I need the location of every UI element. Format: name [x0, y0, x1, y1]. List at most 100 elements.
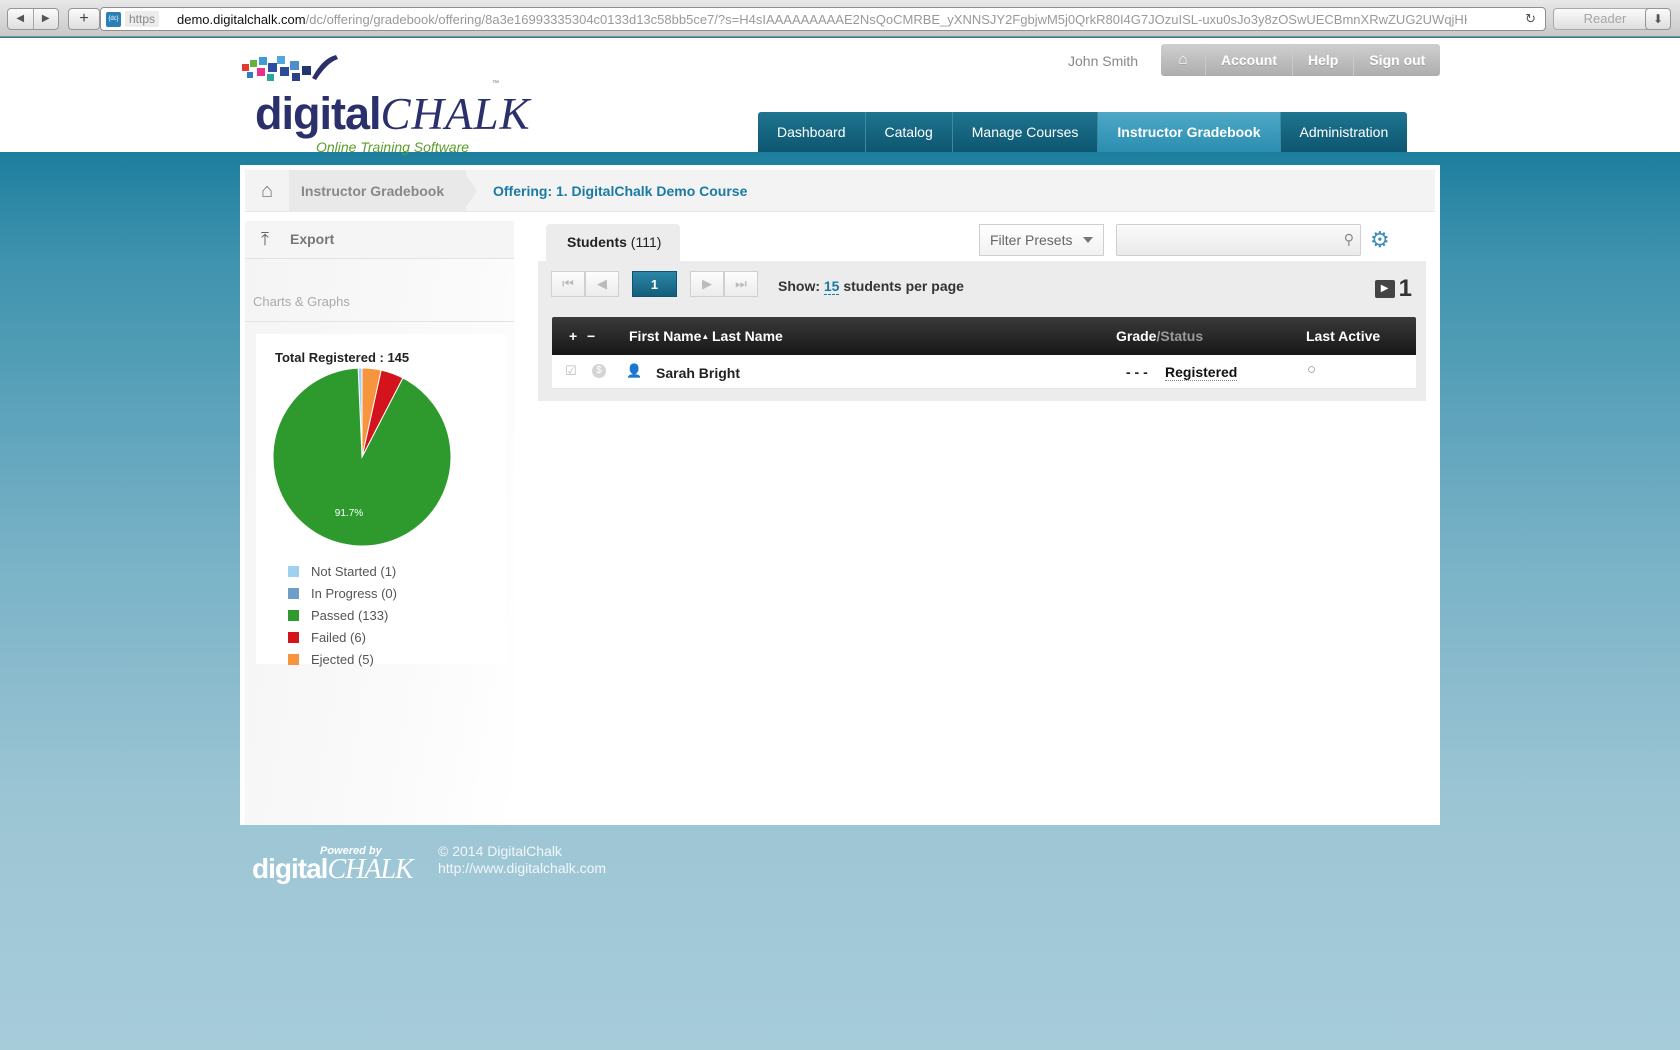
- breadcrumb-current-offering: Offering: 1. DigitalChalk Demo Course: [493, 183, 748, 199]
- current-user-name: John Smith: [1068, 53, 1139, 69]
- select-checkbox[interactable]: ☑: [565, 363, 577, 379]
- collapse-all-button[interactable]: −: [587, 328, 595, 344]
- search-input[interactable]: [1121, 229, 1331, 251]
- breadcrumb-home-icon[interactable]: ⌂: [245, 170, 289, 212]
- legend-item[interactable]: Failed (6): [288, 626, 397, 648]
- sort-asc-icon: ▲: [701, 332, 710, 341]
- help-link[interactable]: Help: [1292, 44, 1353, 76]
- breadcrumb-instructor-gradebook[interactable]: Instructor Gradebook: [289, 170, 467, 212]
- url-text[interactable]: demo.digitalchalk.com/dc/offering/gradeb…: [177, 12, 1467, 28]
- chart-title: Total Registered : 145: [275, 350, 410, 365]
- site-header: digitalCHALK ™ Online Training Software …: [0, 38, 1680, 155]
- legend-item[interactable]: Passed (133): [288, 604, 397, 626]
- nav-instructor-gradebook[interactable]: Instructor Gradebook: [1097, 112, 1280, 152]
- nav-manage-courses[interactable]: Manage Courses: [951, 112, 1098, 152]
- footer-wordmark: digitalCHALK: [252, 853, 414, 885]
- chevron-down-icon: [1083, 237, 1093, 243]
- gear-icon[interactable]: ⚙: [1370, 229, 1390, 251]
- legend-swatch: [288, 653, 299, 665]
- nav-administration[interactable]: Administration: [1279, 112, 1408, 152]
- url-host: demo.digitalchalk.com: [177, 12, 306, 27]
- first-page-button[interactable]: ⏮: [551, 271, 585, 297]
- legend-swatch: [288, 587, 299, 599]
- student-name-link[interactable]: Sarah Bright: [656, 365, 740, 381]
- pie-slice-label: 91.7%: [335, 508, 363, 519]
- utility-nav: ⌂ Account Help Sign out: [1161, 44, 1441, 76]
- nav-dashboard[interactable]: Dashboard: [758, 112, 865, 152]
- prev-page-button[interactable]: ◀: [585, 271, 619, 297]
- legend-item[interactable]: In Progress (0): [288, 582, 397, 604]
- reader-button[interactable]: Reader: [1553, 8, 1657, 30]
- col-grade-status[interactable]: Grade/Status: [1116, 328, 1203, 344]
- next-page-button[interactable]: ▶: [690, 271, 724, 297]
- chart-legend: Not Started (1) In Progress (0) Passed (13…: [288, 560, 397, 670]
- search-icon[interactable]: ⚲: [1344, 231, 1354, 248]
- legend-item[interactable]: Not Started (1): [288, 560, 397, 582]
- footer-url-link[interactable]: http://www.digitalchalk.com: [438, 860, 606, 877]
- table-row[interactable]: ☑ $ 👤 Sarah Bright - - - Registered ○: [552, 355, 1416, 389]
- play-icon[interactable]: ▶: [1374, 280, 1395, 298]
- pagination: ⏮ ◀ 1 ▶ ⏭: [551, 271, 758, 297]
- footer-text: © 2014 DigitalChalk http://www.digitalch…: [438, 843, 606, 877]
- export-button[interactable]: ⤒ Export: [245, 221, 514, 259]
- per-page-control: Show: 15 students per page: [778, 278, 964, 295]
- add-bookmark-button[interactable]: +: [68, 8, 100, 30]
- tab-students[interactable]: Students (111): [546, 224, 680, 261]
- sidebar: ⤒ Export Charts & Graphs 91.7% Total Reg…: [245, 221, 514, 825]
- logo-wordmark: digitalCHALK: [255, 88, 531, 140]
- main-nav: Dashboard Catalog Manage Courses Instruc…: [758, 112, 1408, 152]
- person-icon: 👤: [626, 363, 643, 378]
- col-last-name[interactable]: Last Name: [712, 328, 783, 344]
- last-active-radio[interactable]: ○: [1307, 361, 1316, 378]
- dollar-icon[interactable]: $: [592, 364, 606, 378]
- downloads-icon[interactable]: ⬇: [1645, 8, 1671, 30]
- student-grade: - - -: [1126, 364, 1148, 380]
- digitalchalk-logo[interactable]: digitalCHALK ™ Online Training Software: [240, 52, 530, 155]
- divider: [245, 321, 514, 322]
- back-button[interactable]: ◀: [8, 9, 33, 29]
- legend-swatch: [288, 565, 299, 577]
- site-favicon-icon: {dc}: [106, 12, 121, 27]
- charts-graphs-heading: Charts & Graphs: [253, 294, 350, 309]
- table-header: + − First Name▲ Last Name Grade/Status L…: [552, 317, 1416, 355]
- logo-tagline: Online Training Software: [316, 139, 470, 155]
- logo-squares-icon: [242, 55, 338, 81]
- legend-swatch: [288, 631, 299, 643]
- breadcrumb: ⌂ Instructor Gradebook Offering: 1. Digi…: [245, 170, 1435, 212]
- browser-toolbar: ◀ ▶ + {dc} https demo.digitalchalk.com/d…: [0, 0, 1680, 37]
- nav-catalog[interactable]: Catalog: [864, 112, 952, 152]
- last-page-button[interactable]: ⏭: [724, 271, 758, 297]
- account-link[interactable]: Account: [1205, 44, 1292, 76]
- total-pages-count: 1: [1398, 275, 1412, 302]
- current-page-button[interactable]: 1: [632, 271, 677, 297]
- sign-out-link[interactable]: Sign out: [1353, 44, 1440, 76]
- total-pages: ▶ 1: [1374, 275, 1412, 303]
- col-first-name[interactable]: First Name▲: [629, 328, 709, 344]
- show-prefix: Show:: [778, 278, 820, 294]
- tab-students-label: Students: [567, 234, 627, 250]
- back-forward-buttons: ◀ ▶: [7, 8, 59, 30]
- filter-presets-label: Filter Presets: [990, 232, 1073, 248]
- breadcrumb-separator: [463, 170, 477, 212]
- tab-students-count: (111): [630, 234, 662, 250]
- students-grid: ⏮ ◀ 1 ▶ ⏭ Show: 15 students per page ▶ 1…: [538, 261, 1426, 401]
- filter-presets-dropdown[interactable]: Filter Presets: [979, 224, 1104, 256]
- forward-button[interactable]: ▶: [32, 9, 59, 29]
- legend-label: Ejected (5): [311, 651, 374, 667]
- footer-logo[interactable]: Powered by digitalCHALK: [252, 837, 422, 891]
- legend-swatch: [288, 609, 299, 621]
- reload-icon[interactable]: ↻: [1525, 11, 1536, 27]
- content-panel: ⌂ Instructor Gradebook Offering: 1. Digi…: [240, 165, 1440, 825]
- home-icon[interactable]: ⌂: [1161, 44, 1205, 76]
- legend-label: In Progress (0): [311, 585, 397, 601]
- legend-item[interactable]: Ejected (5): [288, 648, 397, 670]
- per-page-selector[interactable]: 15: [823, 278, 840, 295]
- address-bar[interactable]: {dc} https demo.digitalchalk.com/dc/offe…: [100, 7, 1546, 31]
- search-field: ⚲: [1116, 224, 1361, 256]
- status-pie-chart: 91.7% Total Registered : 145 Not Started…: [256, 334, 506, 667]
- col-last-active[interactable]: Last Active: [1306, 328, 1380, 344]
- legend-label: Passed (133): [311, 607, 389, 623]
- students-table: + − First Name▲ Last Name Grade/Status L…: [552, 317, 1416, 389]
- student-status[interactable]: Registered: [1165, 364, 1238, 381]
- expand-all-button[interactable]: +: [569, 328, 577, 344]
